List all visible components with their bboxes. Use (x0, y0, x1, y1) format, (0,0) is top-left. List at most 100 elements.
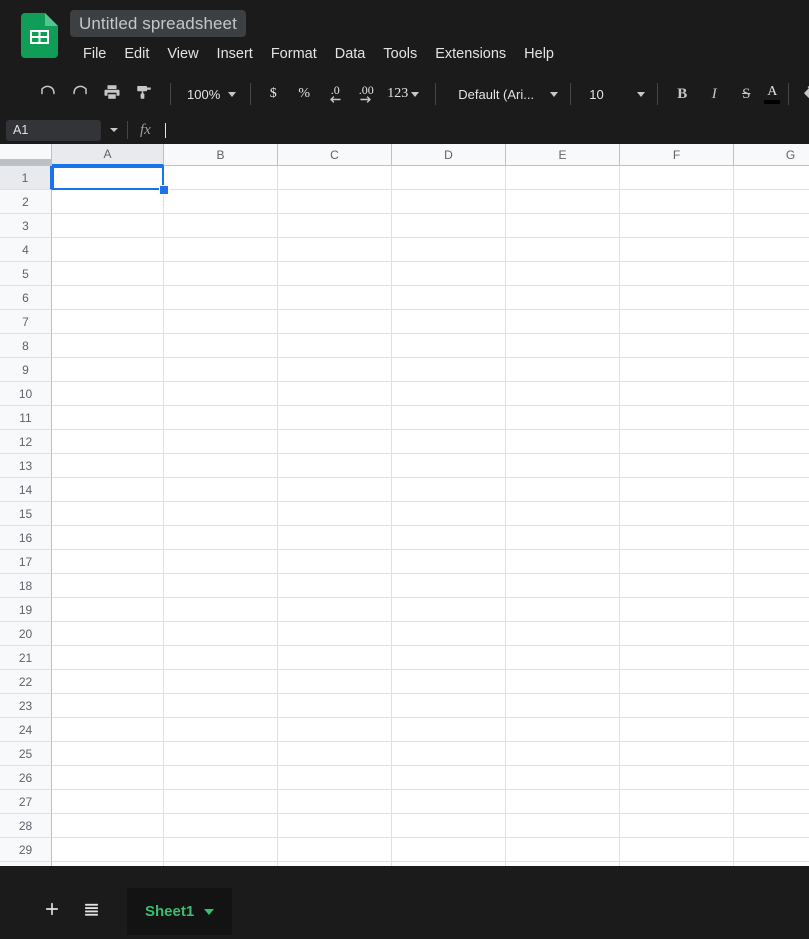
row-header-1[interactable]: 1 (0, 166, 52, 190)
cell-A12[interactable] (52, 430, 164, 454)
cell-G16[interactable] (734, 526, 809, 550)
horizontal-scrollbar-track[interactable] (0, 866, 809, 884)
cell-B24[interactable] (164, 718, 278, 742)
cell-A23[interactable] (52, 694, 164, 718)
cell-F3[interactable] (620, 214, 734, 238)
cell-D23[interactable] (392, 694, 506, 718)
cell-G10[interactable] (734, 382, 809, 406)
cell-B7[interactable] (164, 310, 278, 334)
cell-D7[interactable] (392, 310, 506, 334)
document-title[interactable]: Untitled spreadsheet (70, 10, 246, 37)
cell-E23[interactable] (506, 694, 620, 718)
cell-E6[interactable] (506, 286, 620, 310)
strikethrough-button[interactable]: S (732, 80, 760, 108)
cell-A20[interactable] (52, 622, 164, 646)
menu-item-insert[interactable]: Insert (208, 42, 262, 66)
cell-B14[interactable] (164, 478, 278, 502)
select-all-corner[interactable] (0, 144, 52, 166)
row-header-10[interactable]: 10 (0, 382, 52, 406)
cell-D9[interactable] (392, 358, 506, 382)
row-header-14[interactable]: 14 (0, 478, 52, 502)
sheet-tab-sheet1[interactable]: Sheet1 (127, 888, 233, 935)
cell-E20[interactable] (506, 622, 620, 646)
column-header-g[interactable]: G (734, 144, 809, 166)
cell-C25[interactable] (278, 742, 392, 766)
cell-E5[interactable] (506, 262, 620, 286)
cell-F27[interactable] (620, 790, 734, 814)
cell-E4[interactable] (506, 238, 620, 262)
cell-G13[interactable] (734, 454, 809, 478)
cell-G12[interactable] (734, 430, 809, 454)
cell-F10[interactable] (620, 382, 734, 406)
cell-G17[interactable] (734, 550, 809, 574)
cell-A15[interactable] (52, 502, 164, 526)
cell-F12[interactable] (620, 430, 734, 454)
cell-F4[interactable] (620, 238, 734, 262)
row-header-21[interactable]: 21 (0, 646, 52, 670)
cell-C14[interactable] (278, 478, 392, 502)
cell-B5[interactable] (164, 262, 278, 286)
menu-item-file[interactable]: File (74, 42, 115, 66)
cell-A17[interactable] (52, 550, 164, 574)
cell-B29[interactable] (164, 838, 278, 862)
column-header-d[interactable]: D (392, 144, 506, 166)
cell-E25[interactable] (506, 742, 620, 766)
row-header-20[interactable]: 20 (0, 622, 52, 646)
cell-D20[interactable] (392, 622, 506, 646)
cell-D28[interactable] (392, 814, 506, 838)
cell-C28[interactable] (278, 814, 392, 838)
zoom-dropdown[interactable]: 100% (183, 80, 240, 108)
name-box[interactable]: A1 (6, 119, 101, 141)
row-header-3[interactable]: 3 (0, 214, 52, 238)
cell-E12[interactable] (506, 430, 620, 454)
cell-G11[interactable] (734, 406, 809, 430)
cell-D24[interactable] (392, 718, 506, 742)
cell-D18[interactable] (392, 574, 506, 598)
cell-A7[interactable] (52, 310, 164, 334)
spreadsheet-grid[interactable]: ABCDEFG 1 2 3 4 5 6 7 8 9 10 11 12 13 14 15 16 17 18 19 20 2… (0, 144, 809, 866)
cell-B3[interactable] (164, 214, 278, 238)
cell-F13[interactable] (620, 454, 734, 478)
cell-A10[interactable] (52, 382, 164, 406)
row-header-8[interactable]: 8 (0, 334, 52, 358)
cell-G14[interactable] (734, 478, 809, 502)
cell-A4[interactable] (52, 238, 164, 262)
font-family-dropdown[interactable]: Default (Ari... (454, 80, 562, 108)
row-header-19[interactable]: 19 (0, 598, 52, 622)
cell-B12[interactable] (164, 430, 278, 454)
cell-A18[interactable] (52, 574, 164, 598)
cell-A1[interactable] (52, 166, 164, 190)
row-header-17[interactable]: 17 (0, 550, 52, 574)
add-sheet-button[interactable] (34, 894, 70, 930)
cell-C10[interactable] (278, 382, 392, 406)
cell-D15[interactable] (392, 502, 506, 526)
cell-A28[interactable] (52, 814, 164, 838)
menu-item-view[interactable]: View (158, 42, 207, 66)
cell-A21[interactable] (52, 646, 164, 670)
cell-A13[interactable] (52, 454, 164, 478)
font-size-dropdown[interactable]: 10 (585, 80, 649, 108)
menu-item-edit[interactable]: Edit (115, 42, 158, 66)
row-header-11[interactable]: 11 (0, 406, 52, 430)
cell-C21[interactable] (278, 646, 392, 670)
row-header-9[interactable]: 9 (0, 358, 52, 382)
cell-D11[interactable] (392, 406, 506, 430)
cell-F18[interactable] (620, 574, 734, 598)
cell-F22[interactable] (620, 670, 734, 694)
cell-B18[interactable] (164, 574, 278, 598)
decrease-decimal-button[interactable]: .0 (321, 80, 349, 108)
row-header-29[interactable]: 29 (0, 838, 52, 862)
cell-G2[interactable] (734, 190, 809, 214)
cell-A2[interactable] (52, 190, 164, 214)
bold-button[interactable]: B (668, 80, 696, 108)
cell-D14[interactable] (392, 478, 506, 502)
cell-G9[interactable] (734, 358, 809, 382)
cell-C3[interactable] (278, 214, 392, 238)
cell-F6[interactable] (620, 286, 734, 310)
cell-E15[interactable] (506, 502, 620, 526)
menu-item-format[interactable]: Format (262, 42, 326, 66)
cell-G1[interactable] (734, 166, 809, 190)
cell-G26[interactable] (734, 766, 809, 790)
cell-D12[interactable] (392, 430, 506, 454)
cell-C29[interactable] (278, 838, 392, 862)
